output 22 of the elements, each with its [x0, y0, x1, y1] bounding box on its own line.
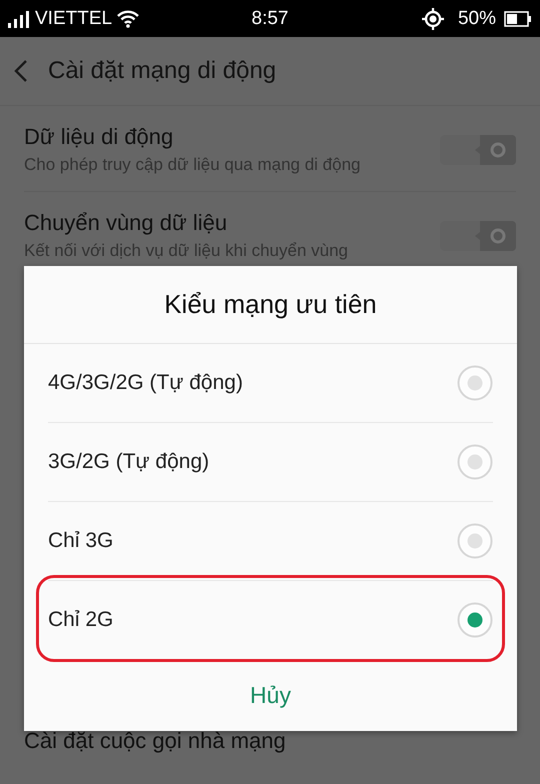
page-title: Cài đặt mạng di động	[48, 57, 276, 85]
back-icon[interactable]	[14, 59, 28, 83]
setting-title: Chuyển vùng dữ liệu	[24, 210, 228, 236]
option-label[interactable]: 4G/3G/2G (Tự động)	[48, 371, 243, 395]
carrier-name: VIETTEL	[35, 8, 112, 30]
location-icon	[422, 8, 444, 30]
clock: 8:57	[252, 8, 288, 30]
wifi-icon	[117, 10, 140, 28]
setting-title: Dữ liệu di động	[24, 124, 174, 150]
setting-title: Cài đặt cuộc gọi nhà mạng	[24, 728, 287, 754]
battery-icon	[504, 10, 532, 26]
option-label[interactable]: Chỉ 2G	[48, 608, 114, 632]
battery-percent: 50%	[458, 8, 496, 30]
radio-button[interactable]	[457, 523, 493, 559]
option-label[interactable]: 3G/2G (Tự động)	[48, 450, 210, 474]
option-label[interactable]: Chỉ 3G	[48, 529, 114, 553]
cancel-button[interactable]: Hủy	[230, 674, 311, 717]
radio-button[interactable]	[457, 365, 493, 401]
radio-button[interactable]	[457, 444, 493, 480]
radio-button[interactable]	[457, 602, 493, 638]
signal-icon	[8, 10, 30, 28]
dialog-title: Kiểu mạng ưu tiên	[24, 266, 517, 344]
